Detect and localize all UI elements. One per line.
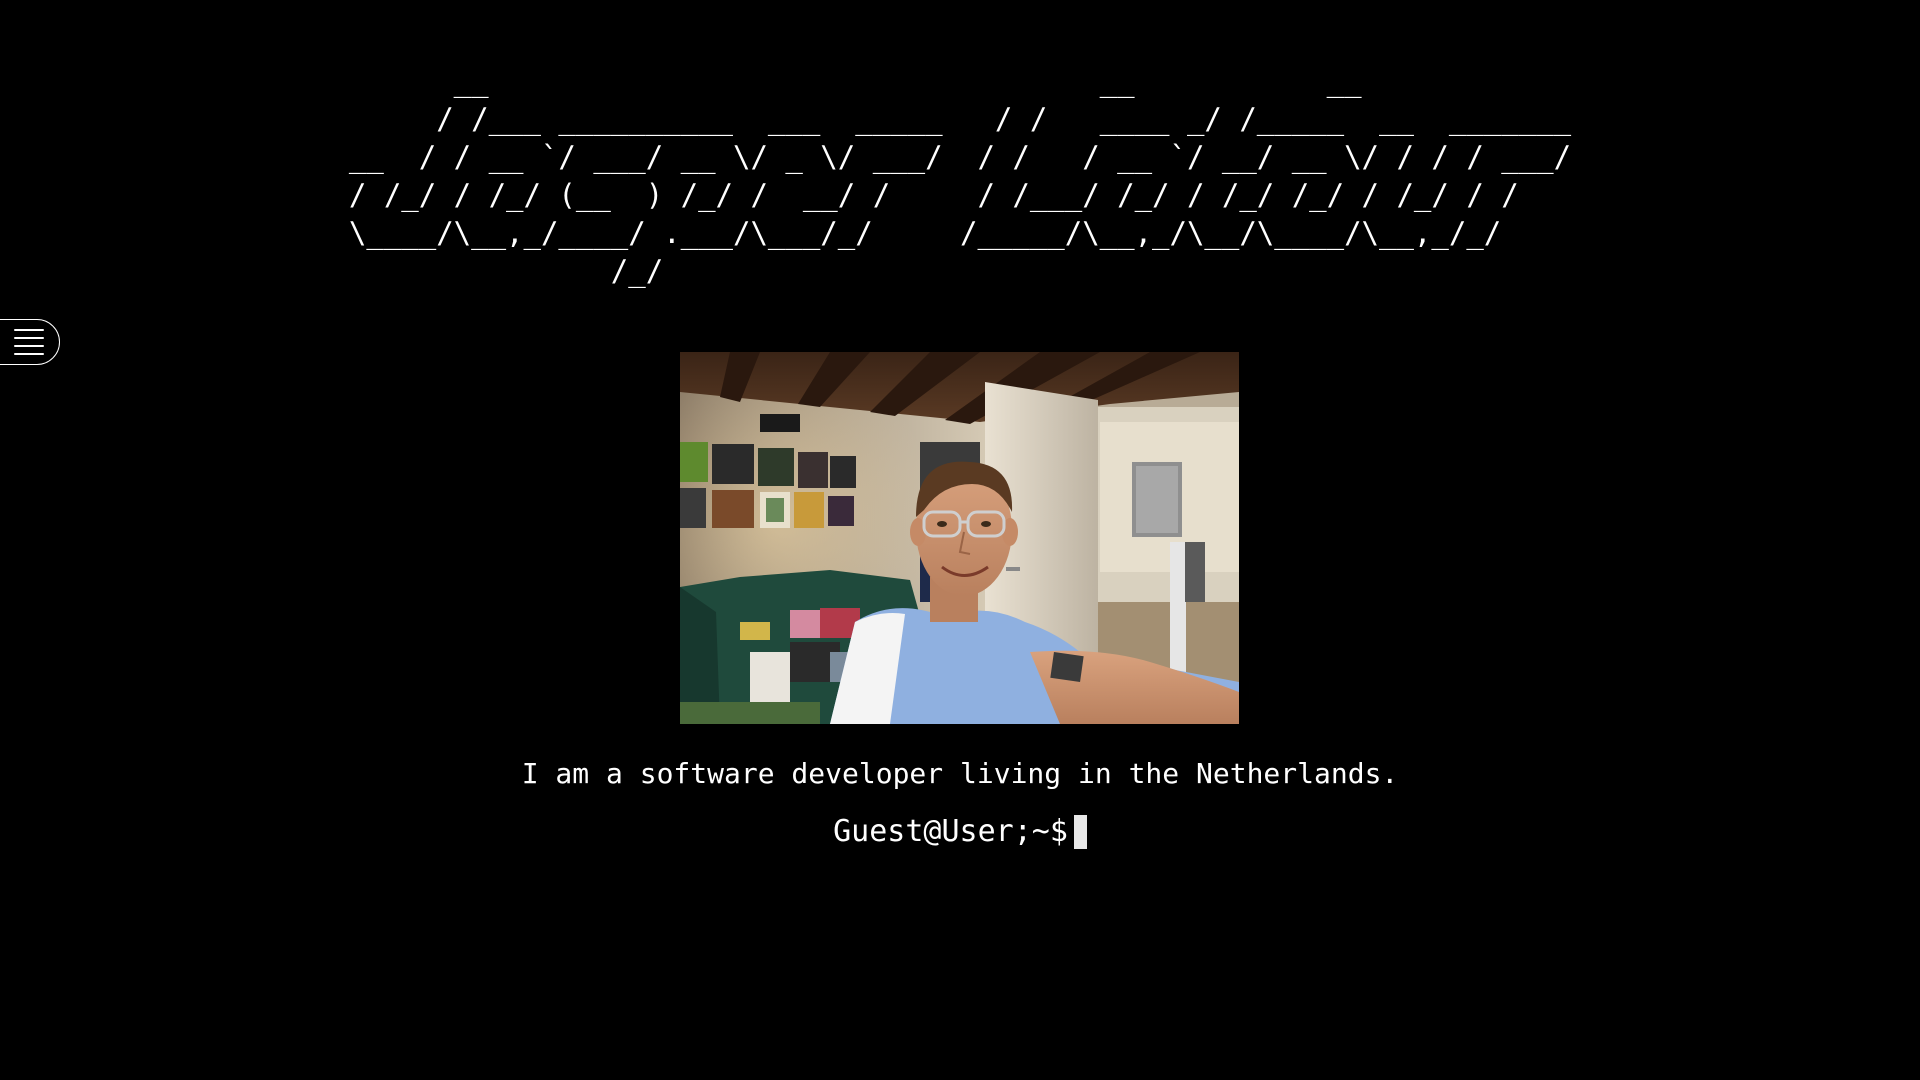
- hamburger-menu-icon: [14, 329, 44, 355]
- ascii-art-title: __ __ __ / /___ __________ ___ _____ / /…: [348, 64, 1572, 288]
- terminal-cursor[interactable]: [1073, 814, 1087, 849]
- terminal-prompt-line[interactable]: Guest@User;~$: [0, 812, 1920, 851]
- page: __ __ __ / /___ __________ ___ _____ / /…: [0, 0, 1920, 1080]
- profile-photo: [680, 352, 1239, 724]
- ascii-name-banner: __ __ __ / /___ __________ ___ _____ / /…: [0, 62, 1920, 290]
- selfie-photo: [680, 352, 1239, 724]
- intro-tagline: I am a software developer living in the …: [521, 757, 1399, 790]
- menu-toggle-button[interactable]: [0, 319, 60, 365]
- terminal-prompt: Guest@User;~$: [833, 813, 1068, 849]
